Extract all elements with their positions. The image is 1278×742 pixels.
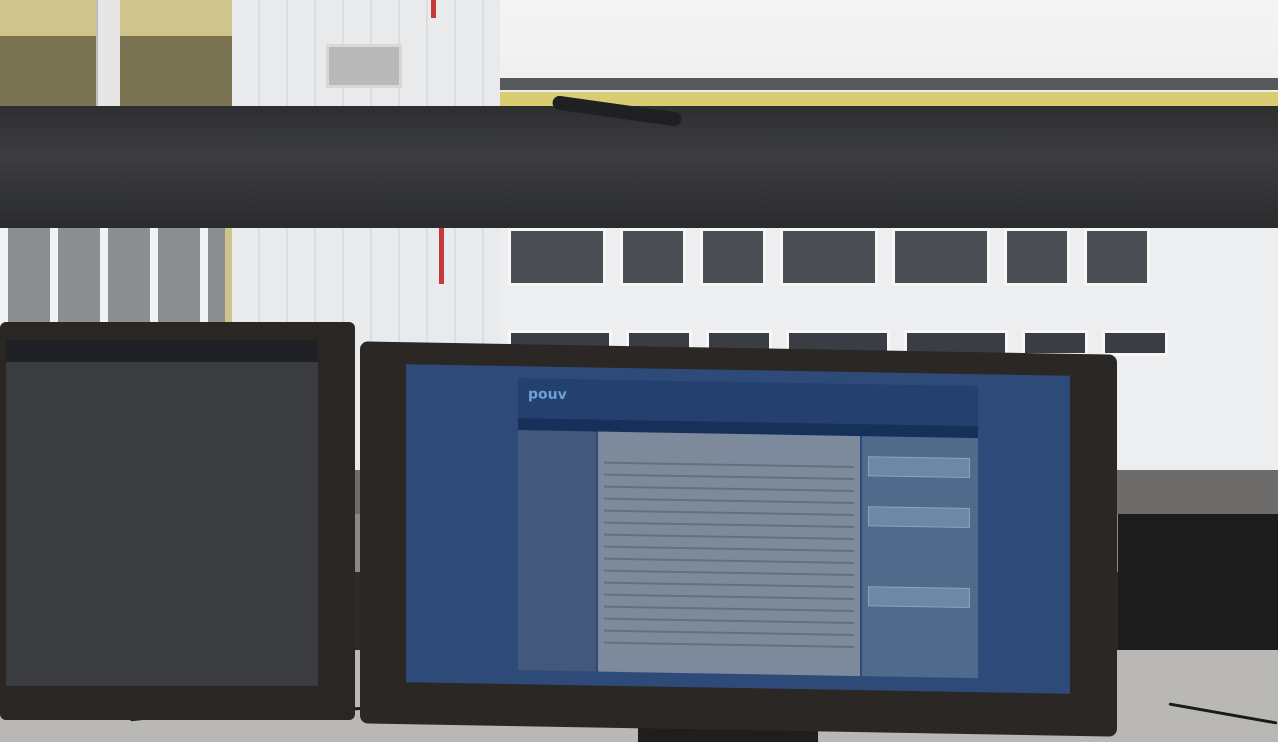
- sidebar-box: [868, 586, 970, 609]
- site-logo: pouv: [528, 386, 567, 404]
- building-window: [1022, 330, 1088, 356]
- building-window: [780, 228, 878, 286]
- table-row: [604, 521, 854, 529]
- left-monitor: [0, 322, 355, 720]
- yellow-building-shade: [0, 36, 265, 106]
- building-window: [892, 228, 990, 286]
- table-row: [604, 581, 854, 589]
- left-monitor-toolbar: [6, 340, 318, 362]
- website-left-sidebar: [518, 430, 596, 672]
- table-row: [604, 629, 854, 637]
- sidebar-box: [868, 506, 970, 529]
- table-row: [604, 485, 854, 493]
- far-building-roofline: [500, 78, 1278, 90]
- website-right-sidebar: [862, 436, 978, 679]
- left-monitor-screen: [6, 340, 318, 686]
- table-row: [604, 461, 854, 469]
- table-row: [604, 593, 854, 601]
- building-window: [1102, 330, 1168, 356]
- window-frame-top: [0, 106, 1278, 228]
- building-window: [1004, 228, 1070, 286]
- sidebar-box: [868, 456, 970, 479]
- dark-shelf: [1118, 514, 1278, 664]
- table-row: [604, 617, 854, 625]
- red-marking: [439, 228, 444, 284]
- table-row: [604, 533, 854, 541]
- building-window: [1084, 228, 1150, 286]
- table-row: [604, 497, 854, 505]
- table-row: [604, 641, 854, 649]
- photo-scene: pouv: [0, 0, 1278, 742]
- building-window: [620, 228, 686, 286]
- building-window: [508, 228, 606, 286]
- right-monitor-screen: pouv: [406, 364, 1070, 694]
- building-window: [700, 228, 766, 286]
- table-row: [604, 569, 854, 577]
- right-monitor: pouv: [360, 341, 1117, 737]
- table-row: [604, 509, 854, 517]
- table-row: [604, 545, 854, 553]
- website-content: [598, 431, 860, 677]
- window-row-upper: [508, 228, 1150, 286]
- wall-vent: [326, 44, 402, 88]
- red-marking: [431, 0, 436, 18]
- left-building-windows: [0, 228, 225, 328]
- table-row: [604, 557, 854, 565]
- table-row: [604, 605, 854, 613]
- table-row: [604, 473, 854, 481]
